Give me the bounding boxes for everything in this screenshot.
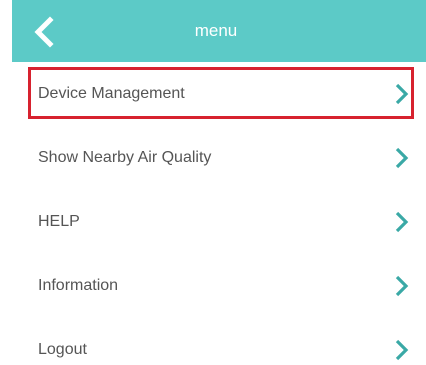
header-bar: menu (12, 0, 426, 62)
chevron-right-icon (394, 82, 410, 106)
menu-item-label: HELP (38, 213, 80, 230)
page-title: menu (194, 21, 238, 40)
menu-item-help[interactable]: HELP (12, 190, 426, 254)
chevron-right-icon (394, 146, 410, 170)
menu-item-information[interactable]: Information (12, 254, 426, 318)
menu-item-device-management[interactable]: Device Management (12, 62, 426, 126)
menu-item-label: Logout (38, 341, 87, 358)
menu-item-label: Device Management (38, 85, 185, 102)
menu-item-label: Show Nearby Air Quality (38, 149, 212, 166)
chevron-right-icon (394, 338, 410, 362)
menu-item-show-nearby-air-quality[interactable]: Show Nearby Air Quality (12, 126, 426, 190)
menu-list: Device Management Show Nearby Air Qualit… (12, 62, 426, 365)
chevron-right-icon (394, 274, 410, 298)
menu-item-logout[interactable]: Logout (12, 318, 426, 365)
app-screen: menu Device Management Show Nearby Air Q… (0, 0, 426, 365)
chevron-right-icon (394, 210, 410, 234)
menu-item-label: Information (38, 277, 119, 294)
